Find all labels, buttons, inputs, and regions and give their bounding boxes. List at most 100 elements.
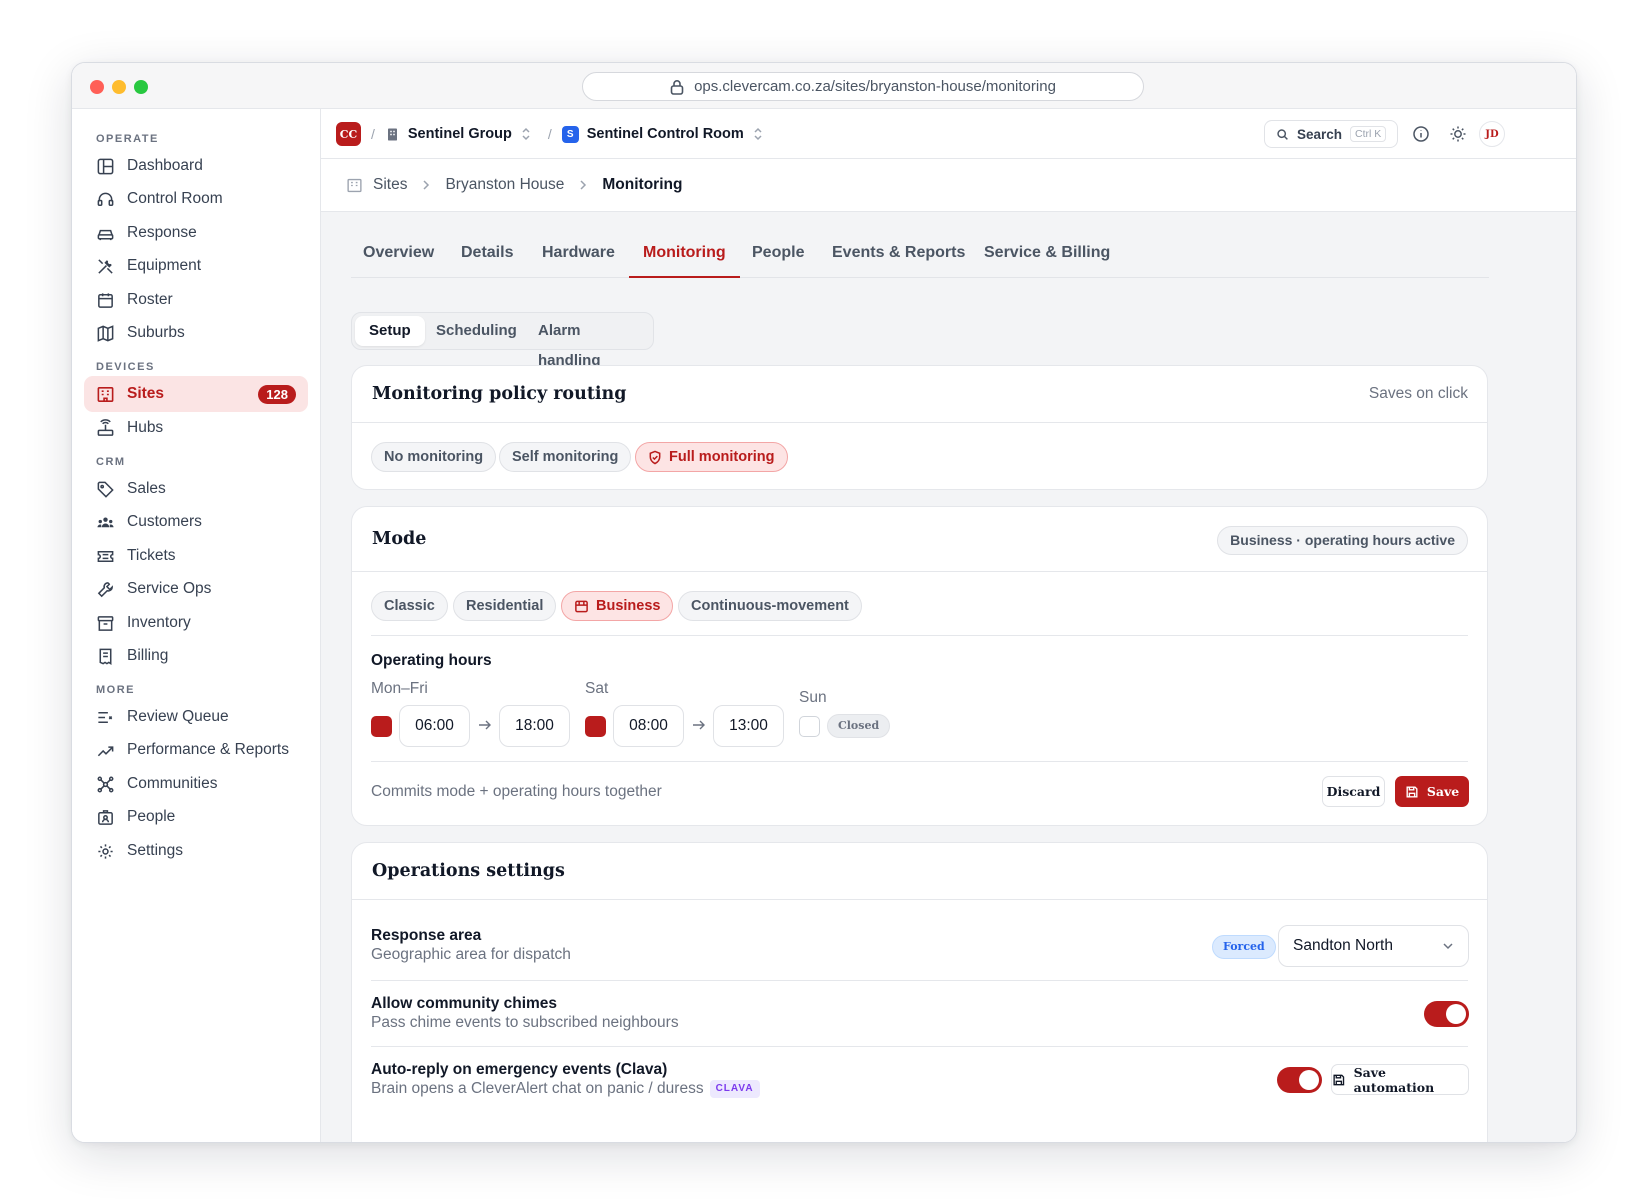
chimes-toggle[interactable] <box>1424 1001 1469 1027</box>
response-area-select[interactable]: Sandton North <box>1278 925 1469 967</box>
browser-window: ops.clevercam.co.za/sites/bryanston-hous… <box>71 62 1577 1143</box>
mode-option-residential[interactable]: Residential <box>453 591 557 621</box>
mode-option-continuous[interactable]: Continuous-movement <box>678 591 862 621</box>
wrench-icon <box>97 581 113 597</box>
mode-option-business[interactable]: Business <box>561 591 674 621</box>
search-icon <box>1277 128 1288 140</box>
sidebar-item-hubs[interactable]: Hubs <box>84 410 308 446</box>
sidebar-item-customers[interactable]: Customers <box>84 504 308 540</box>
top-bar: CC / Sentinel Group / S Sentinel Control… <box>321 109 1576 159</box>
operations-card: Operations settings Response area Geogra… <box>351 842 1488 1142</box>
sat-close-time[interactable]: 13:00 <box>713 705 784 747</box>
mode-option-classic[interactable]: Classic <box>371 591 448 621</box>
monfri-enabled-checkbox[interactable] <box>371 716 392 737</box>
sidebar-item-sales[interactable]: Sales <box>84 471 308 507</box>
sidebar-item-performance-reports[interactable]: Performance & Reports <box>84 732 308 768</box>
tab-monitoring[interactable]: Monitoring <box>629 237 740 278</box>
sidebar-item-sites[interactable]: Sites 128 <box>84 376 308 412</box>
org-switcher[interactable]: Sentinel Group <box>385 126 532 142</box>
sidebar-item-settings[interactable]: Settings <box>84 833 308 869</box>
monfri-open-time[interactable]: 06:00 <box>399 705 470 747</box>
info-icon[interactable] <box>1412 125 1430 143</box>
sidebar: OPERATE Dashboard Control Room Response … <box>72 109 321 1142</box>
minimize-window-button[interactable] <box>112 80 126 94</box>
main-content: CC / Sentinel Group / S Sentinel Control… <box>321 109 1576 1142</box>
sidebar-item-response[interactable]: Response <box>84 215 308 251</box>
sidebar-item-billing[interactable]: Billing <box>84 638 308 674</box>
sidebar-item-dashboard[interactable]: Dashboard <box>84 148 308 184</box>
policy-option-none[interactable]: No monitoring <box>371 442 497 472</box>
avatar[interactable]: JD <box>1479 121 1505 147</box>
tab-people[interactable]: People <box>752 237 804 278</box>
sidebar-item-suburbs[interactable]: Suburbs <box>84 315 308 351</box>
tab-events-reports[interactable]: Events & Reports <box>832 237 965 278</box>
gear-icon <box>98 843 113 859</box>
day-label-sun: Sun <box>799 689 827 706</box>
car-icon <box>97 229 114 240</box>
search-button[interactable]: Search Ctrl K <box>1264 120 1398 148</box>
tab-service-billing[interactable]: Service & Billing <box>984 237 1110 278</box>
address-bar[interactable]: ops.clevercam.co.za/sites/bryanston-hous… <box>582 72 1144 101</box>
sidebar-item-tickets[interactable]: Tickets <box>84 538 308 574</box>
separator: / <box>371 126 375 142</box>
day-label-sat: Sat <box>585 680 609 697</box>
subtab-alarm-handling[interactable]: Alarm handling <box>524 316 653 369</box>
auto-reply-toggle[interactable] <box>1277 1067 1322 1093</box>
discard-button[interactable]: Discard <box>1322 776 1385 807</box>
chevron-down-icon <box>1443 943 1453 950</box>
mode-footer-note: Commits mode + operating hours together <box>371 783 662 800</box>
url-text: ops.clevercam.co.za/sites/bryanston-hous… <box>694 78 1056 95</box>
save-automation-button[interactable]: Save automation <box>1331 1064 1469 1095</box>
policy-hint: Saves on click <box>1368 385 1468 402</box>
divider <box>352 899 1487 900</box>
policy-title: Monitoring policy routing <box>372 384 627 404</box>
policy-option-full[interactable]: Full monitoring <box>635 442 788 472</box>
arrow-right-icon <box>479 720 491 730</box>
workspace-switcher[interactable]: S Sentinel Control Room <box>561 125 764 143</box>
policy-card: Monitoring policy routing Saves on click… <box>351 365 1488 490</box>
save-button[interactable]: Save <box>1395 776 1469 807</box>
mode-title: Mode <box>372 529 427 549</box>
breadcrumb-site[interactable]: Bryanston House <box>445 176 564 194</box>
close-window-button[interactable] <box>90 80 104 94</box>
shield-check-icon <box>649 450 661 464</box>
sun-closed-badge: Closed <box>827 714 891 738</box>
sidebar-item-equipment[interactable]: Equipment <box>84 248 308 284</box>
sidebar-item-roster[interactable]: Roster <box>84 282 308 318</box>
sidebar-item-control-room[interactable]: Control Room <box>84 181 308 217</box>
section-tabs: Overview Details Hardware Monitoring Peo… <box>351 237 1489 278</box>
subtab-setup[interactable]: Setup <box>355 316 425 346</box>
workspace-badge: S <box>561 125 579 143</box>
chimes-label: Allow community chimes <box>371 995 558 1012</box>
sidebar-item-people[interactable]: People <box>84 799 308 835</box>
operating-hours-title: Operating hours <box>371 652 492 669</box>
sidebar-item-review-queue[interactable]: Review Queue <box>84 699 308 735</box>
maximize-window-button[interactable] <box>134 80 148 94</box>
subtab-scheduling[interactable]: Scheduling <box>422 316 531 346</box>
sat-enabled-checkbox[interactable] <box>585 716 606 737</box>
chevron-up-down-icon <box>522 127 530 141</box>
app-logo[interactable]: CC <box>336 122 361 146</box>
sat-open-time[interactable]: 08:00 <box>613 705 684 747</box>
divider <box>371 635 1468 636</box>
storefront-icon <box>575 600 588 612</box>
sidebar-item-inventory[interactable]: Inventory <box>84 605 308 641</box>
tab-details[interactable]: Details <box>461 237 513 278</box>
separator: / <box>547 126 552 142</box>
policy-option-self[interactable]: Self monitoring <box>499 442 632 472</box>
monfri-close-time[interactable]: 18:00 <box>499 705 570 747</box>
breadcrumb-current: Monitoring <box>602 176 683 193</box>
section-label-devices: DEVICES <box>96 361 155 373</box>
auto-reply-sub: Brain opens a CleverAlert chat on panic … <box>371 1080 704 1097</box>
section-label-crm: CRM <box>96 456 126 468</box>
browser-titlebar: ops.clevercam.co.za/sites/bryanston-hous… <box>72 63 1576 109</box>
sidebar-item-service-ops[interactable]: Service Ops <box>84 571 308 607</box>
sidebar-item-communities[interactable]: Communities <box>84 766 308 802</box>
tab-hardware[interactable]: Hardware <box>542 237 615 278</box>
sun-enabled-checkbox[interactable] <box>799 716 820 737</box>
breadcrumb-sites[interactable]: Sites <box>373 176 407 194</box>
section-label-more: MORE <box>96 684 135 696</box>
sun-icon[interactable] <box>1449 125 1467 143</box>
calendar-icon <box>98 292 113 308</box>
tab-overview[interactable]: Overview <box>363 237 434 278</box>
